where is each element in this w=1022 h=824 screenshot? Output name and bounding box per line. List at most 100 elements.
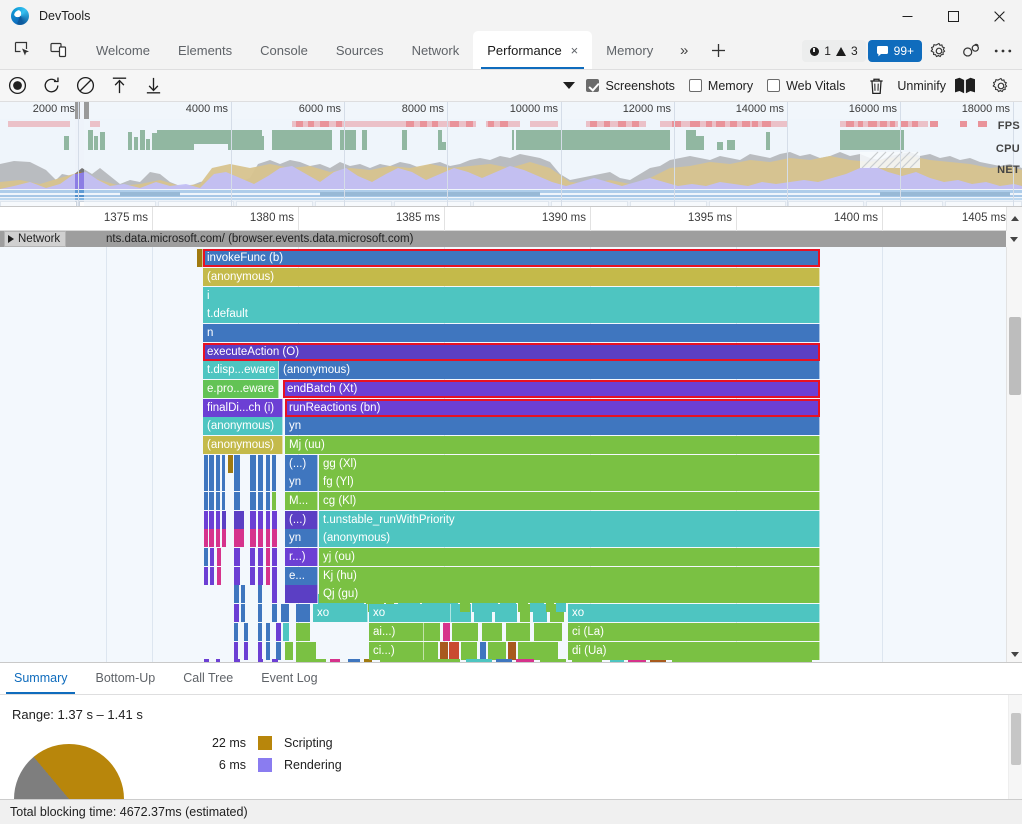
flame-bar-e-ellipsis[interactable]: e... bbox=[285, 567, 318, 585]
flame-bar-yn[interactable]: yn bbox=[285, 417, 820, 435]
flame-bar-unstable-runwithpriority[interactable]: t.unstable_runWithPriority bbox=[319, 511, 820, 529]
network-expand-toggle[interactable]: Network bbox=[4, 231, 67, 247]
flame-bar-runreactions[interactable]: runReactions (bn) bbox=[285, 399, 820, 417]
flame-bar-t-dispatch-middleware[interactable]: t.disp...eware bbox=[203, 361, 279, 379]
tab-call-tree[interactable]: Call Tree bbox=[169, 662, 247, 694]
flame-bar-m-ellipsis[interactable]: M... bbox=[285, 492, 318, 510]
device-toolbar-icon[interactable] bbox=[44, 36, 74, 64]
flame-bar-purple-block[interactable] bbox=[285, 585, 318, 603]
caret-down-icon[interactable] bbox=[552, 70, 586, 102]
inspect-element-icon[interactable] bbox=[8, 36, 38, 64]
close-icon[interactable]: × bbox=[571, 43, 579, 58]
flame-bar-i[interactable]: i bbox=[203, 287, 820, 305]
flame-bar-anonymous-4[interactable]: (anonymous) bbox=[203, 436, 283, 454]
tab-summary[interactable]: Summary bbox=[0, 662, 81, 694]
tab-performance[interactable]: Performance × bbox=[473, 31, 593, 69]
flame-bar-anonymous-3[interactable]: (anonymous) bbox=[203, 417, 283, 435]
flame-bar-ellipsis-2[interactable]: (...) bbox=[285, 511, 318, 529]
more-options-icon[interactable] bbox=[988, 36, 1018, 66]
tab-memory[interactable]: Memory bbox=[592, 31, 667, 69]
capture-settings-gear-icon[interactable] bbox=[984, 70, 1018, 102]
tab-label: Performance bbox=[487, 42, 562, 58]
issues-count: 99+ bbox=[893, 44, 914, 58]
flame-bar-executeaction[interactable]: executeAction (O) bbox=[203, 343, 820, 361]
flame-bar-qj[interactable]: Qj (gu) bbox=[319, 585, 820, 603]
flame-bar-label: M... bbox=[289, 495, 309, 507]
flame-bar-anonymous[interactable]: (anonymous) bbox=[203, 268, 820, 286]
tab-welcome[interactable]: Welcome bbox=[82, 31, 164, 69]
scrollbar-thumb[interactable] bbox=[1009, 317, 1021, 395]
flame-bar-label: n bbox=[207, 327, 214, 339]
scrollbar-down-button[interactable] bbox=[1006, 231, 1022, 247]
flame-bar-kj[interactable]: Kj (hu) bbox=[319, 567, 820, 585]
unminify-label[interactable]: Unminify bbox=[897, 79, 946, 93]
timeline-overview[interactable]: 2000 ms 4000 ms 6000 ms 8000 ms 10000 ms… bbox=[0, 102, 1022, 207]
flame-bar-finaldispatch[interactable]: finalDi...ch (i) bbox=[203, 399, 283, 417]
flame-bar-xo-3[interactable]: xo bbox=[568, 604, 820, 622]
panel-icon-group bbox=[0, 31, 74, 69]
flame-bar-n[interactable]: n bbox=[203, 324, 820, 342]
collect-garbage-icon[interactable] bbox=[859, 70, 893, 102]
gear-icon[interactable] bbox=[924, 36, 954, 66]
flame-bar-anonymous-2[interactable]: (anonymous) bbox=[279, 361, 820, 379]
error-icon bbox=[810, 46, 820, 56]
flame-bar-ellipsis-1[interactable]: (...) bbox=[285, 455, 318, 473]
flame-bar-yj[interactable]: yj (ou) bbox=[319, 548, 820, 566]
flame-bar-label: invokeFunc (b) bbox=[207, 252, 284, 264]
tab-console[interactable]: Console bbox=[246, 31, 322, 69]
flame-bar-cg[interactable]: cg (Kl) bbox=[319, 492, 820, 510]
flame-bar-endbatch[interactable]: endBatch (Xt) bbox=[283, 380, 820, 398]
flame-bar-label: yn bbox=[289, 476, 302, 488]
issues-badge[interactable]: 99+ bbox=[867, 40, 922, 62]
record-button-icon[interactable] bbox=[0, 70, 34, 102]
flame-bar-fg[interactable]: fg (Yl) bbox=[319, 473, 820, 491]
flame-bar-r-ellipsis[interactable]: r...) bbox=[285, 548, 318, 566]
flame-chart-ruler[interactable]: 1375 ms 1380 ms 1385 ms 1390 ms 1395 ms … bbox=[0, 207, 1022, 231]
customize-icon[interactable] bbox=[956, 36, 986, 66]
more-tabs-icon[interactable]: » bbox=[667, 31, 701, 69]
load-profile-icon[interactable] bbox=[102, 70, 136, 102]
scrollbar-up-button[interactable] bbox=[1006, 207, 1022, 231]
clear-recording-icon[interactable] bbox=[68, 70, 102, 102]
flame-bar-ci-ellipsis[interactable]: ci...) bbox=[369, 642, 424, 660]
error-warning-counts[interactable]: 1 3 bbox=[802, 40, 866, 62]
tab-elements[interactable]: Elements bbox=[164, 31, 246, 69]
screenshots-checkbox[interactable]: Screenshots bbox=[586, 79, 675, 93]
flame-bar-e-promise-middleware[interactable]: e.pro...eware bbox=[203, 380, 279, 398]
flame-bar-gg[interactable]: gg (Xl) bbox=[319, 455, 820, 473]
add-tab-icon[interactable] bbox=[701, 31, 735, 69]
minimize-button[interactable] bbox=[884, 0, 930, 32]
maximize-button[interactable] bbox=[930, 0, 976, 32]
book-icon[interactable] bbox=[954, 77, 976, 94]
tab-bottom-up[interactable]: Bottom-Up bbox=[81, 662, 169, 694]
scrollbar-down-arrow[interactable] bbox=[1007, 646, 1022, 662]
reload-and-record-icon[interactable] bbox=[34, 70, 68, 102]
network-track-row[interactable]: Network nts.data.microsoft.com/ (browser… bbox=[0, 231, 1022, 247]
legend-row-rendering[interactable]: 6 ms Rendering bbox=[192, 754, 342, 776]
flame-bar-t-default[interactable]: t.default bbox=[203, 305, 820, 323]
flame-bar-label: (...) bbox=[289, 514, 307, 526]
tab-sources[interactable]: Sources bbox=[322, 31, 398, 69]
flame-bar-ci-la[interactable]: ci (La) bbox=[568, 623, 820, 641]
overview-tick-label: 6000 ms bbox=[298, 103, 341, 115]
flame-bar-di-ua[interactable]: di (Ua) bbox=[568, 642, 820, 660]
memory-checkbox[interactable]: Memory bbox=[688, 79, 753, 93]
flame-bar-yn-2[interactable]: yn bbox=[285, 473, 318, 491]
flame-chart[interactable]: invokeFunc (b) (anonymous) i t.default n… bbox=[0, 247, 1022, 662]
flame-bar-invokefunc[interactable]: invokeFunc (b) bbox=[203, 249, 820, 267]
flame-bar-ai-ellipsis[interactable]: ai...) bbox=[369, 623, 424, 641]
save-profile-icon[interactable] bbox=[136, 70, 170, 102]
flame-chart-scrollbar[interactable] bbox=[1006, 247, 1022, 662]
legend-row-scripting[interactable]: 22 ms Scripting bbox=[192, 732, 342, 754]
flame-bar-mj[interactable]: Mj (uu) bbox=[285, 436, 820, 454]
tab-network[interactable]: Network bbox=[398, 31, 474, 69]
details-scrollbar[interactable] bbox=[1008, 695, 1022, 807]
scrollbar-thumb[interactable] bbox=[1011, 713, 1021, 765]
web-vitals-checkbox[interactable]: Web Vitals bbox=[767, 79, 845, 93]
close-button[interactable] bbox=[976, 0, 1022, 32]
flame-bar-yn-3[interactable]: yn bbox=[285, 529, 318, 547]
flame-bar-xo-1[interactable]: xo bbox=[313, 604, 368, 622]
flame-bar-anonymous-5[interactable]: (anonymous) bbox=[319, 529, 820, 547]
flame-bar-xo-2[interactable]: xo bbox=[369, 604, 451, 622]
tab-event-log[interactable]: Event Log bbox=[247, 662, 331, 694]
